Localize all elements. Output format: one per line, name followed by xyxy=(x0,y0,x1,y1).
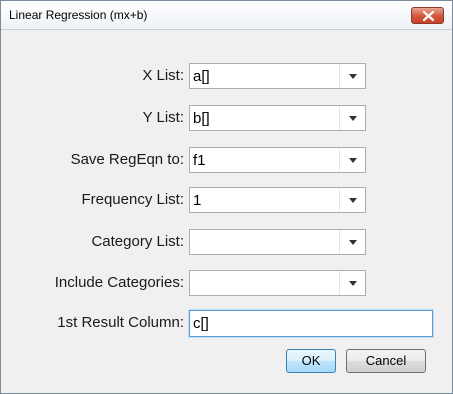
close-button[interactable] xyxy=(411,7,444,24)
x-list-dropdown-button[interactable] xyxy=(339,64,365,88)
include-categories-dropdown[interactable] xyxy=(189,270,366,296)
chevron-down-icon xyxy=(349,281,357,286)
chevron-down-icon xyxy=(349,74,357,79)
include-categories-label: Include Categories: xyxy=(54,274,184,291)
result-column-row: 1st Result Column: c[] xyxy=(1,310,452,337)
result-column-value: c[] xyxy=(193,315,209,332)
frequency-list-row: Frequency List: 1 xyxy=(1,187,452,213)
include-categories-row: Include Categories: xyxy=(1,270,452,296)
category-list-label: Category List: xyxy=(91,233,184,250)
close-icon xyxy=(423,11,434,21)
category-list-dropdown-button[interactable] xyxy=(339,230,365,254)
category-list-row: Category List: xyxy=(1,229,452,255)
frequency-list-label: Frequency List: xyxy=(81,191,184,208)
y-list-dropdown[interactable]: b[] xyxy=(189,105,366,131)
y-list-label: Y List: xyxy=(142,109,184,126)
category-list-dropdown[interactable] xyxy=(189,229,366,255)
y-list-value: b[] xyxy=(193,110,210,127)
save-regeqn-dropdown[interactable]: f1 xyxy=(189,147,366,173)
frequency-list-dropdown-button[interactable] xyxy=(339,188,365,212)
chevron-down-icon xyxy=(349,198,357,203)
x-list-value: a[] xyxy=(193,68,210,85)
y-list-dropdown-button[interactable] xyxy=(339,106,365,130)
x-list-label: X List: xyxy=(142,67,184,84)
frequency-list-value: 1 xyxy=(193,192,202,209)
save-regeqn-label: Save RegEqn to: xyxy=(70,151,184,168)
cancel-button[interactable]: Cancel xyxy=(346,349,426,373)
x-list-row: X List: a[] xyxy=(1,63,452,89)
linear-regression-dialog: Linear Regression (mx+b) X List: a[] Y L… xyxy=(0,0,453,394)
dialog-title: Linear Regression (mx+b) xyxy=(9,8,148,22)
chevron-down-icon xyxy=(349,240,357,245)
y-list-row: Y List: b[] xyxy=(1,105,452,131)
save-regeqn-dropdown-button[interactable] xyxy=(339,148,365,172)
result-column-label: 1st Result Column: xyxy=(57,314,184,331)
ok-button[interactable]: OK xyxy=(286,349,336,373)
title-bar: Linear Regression (mx+b) xyxy=(1,1,452,30)
frequency-list-dropdown[interactable]: 1 xyxy=(189,187,366,213)
save-regeqn-row: Save RegEqn to: f1 xyxy=(1,147,452,173)
save-regeqn-value: f1 xyxy=(193,152,206,169)
x-list-dropdown[interactable]: a[] xyxy=(189,63,366,89)
include-categories-dropdown-button[interactable] xyxy=(339,271,365,295)
chevron-down-icon xyxy=(349,116,357,121)
result-column-input[interactable]: c[] xyxy=(189,310,433,337)
chevron-down-icon xyxy=(349,158,357,163)
